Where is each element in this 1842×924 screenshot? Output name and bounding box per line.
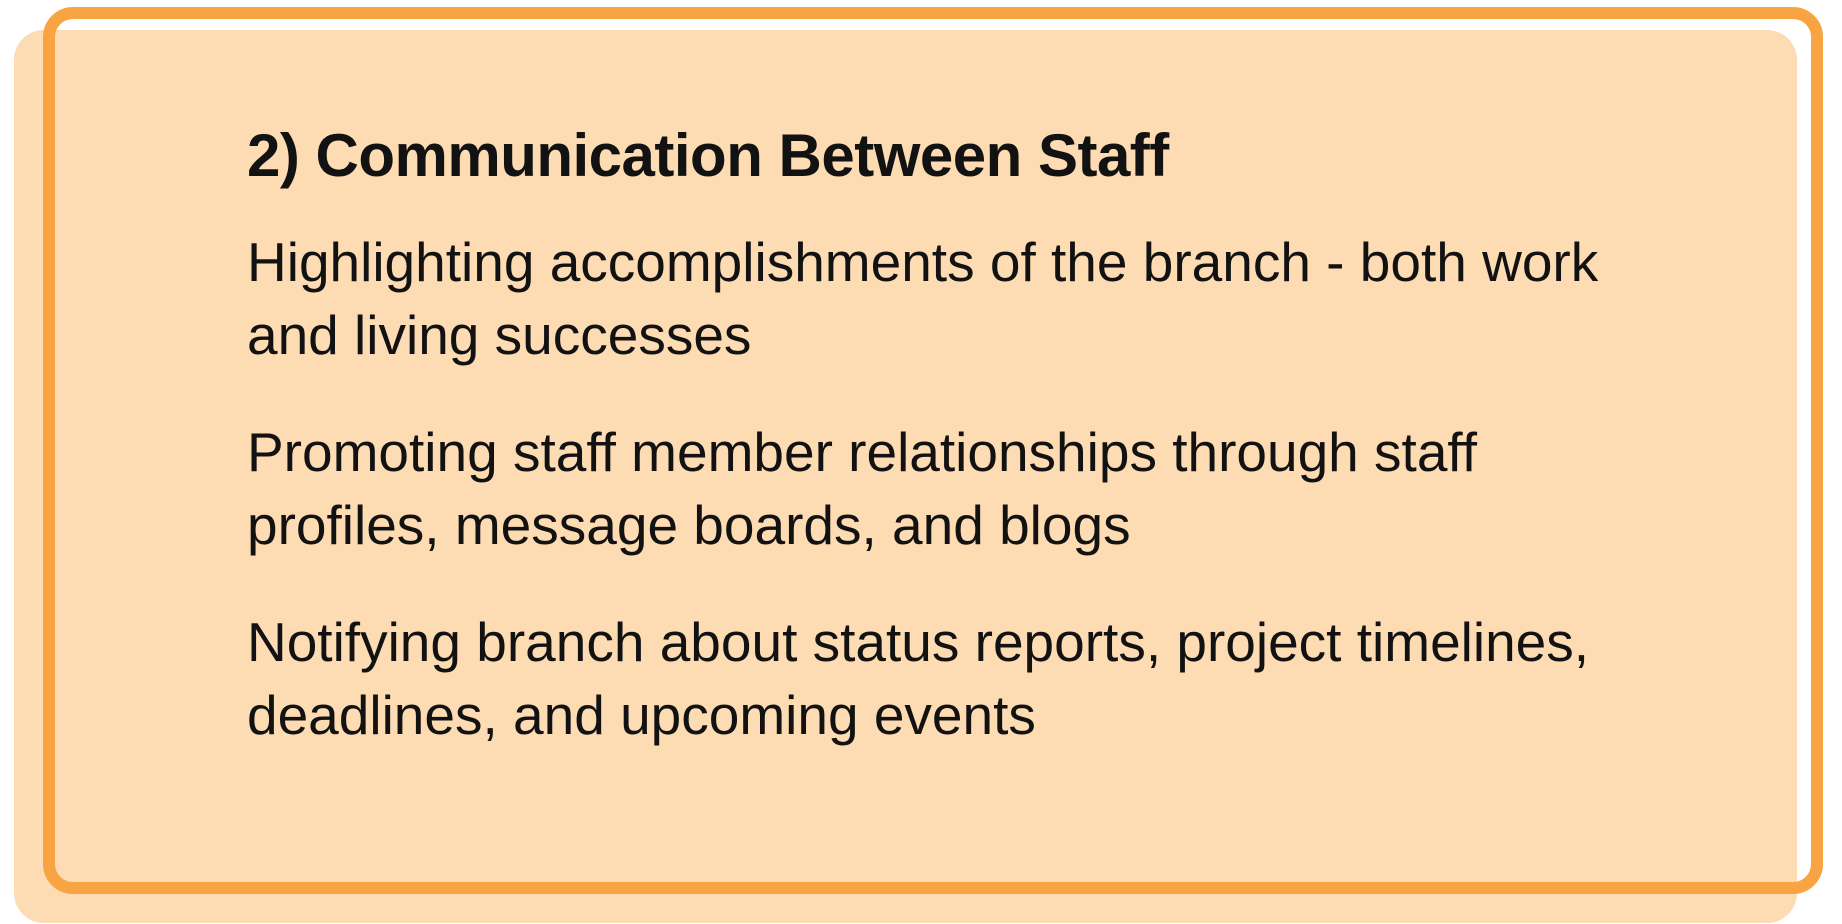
card-content: 2) Communication Between Staff Highlight… [247,120,1647,796]
paragraph-notifications: Notifying branch about status reports, p… [247,611,1590,746]
paragraph-accomplishments: Highlighting accomplishments of the bran… [247,231,1599,366]
paragraph-relationships: Promoting staff member relationships thr… [247,421,1477,556]
card-title: 2) Communication Between Staff [247,122,1169,189]
